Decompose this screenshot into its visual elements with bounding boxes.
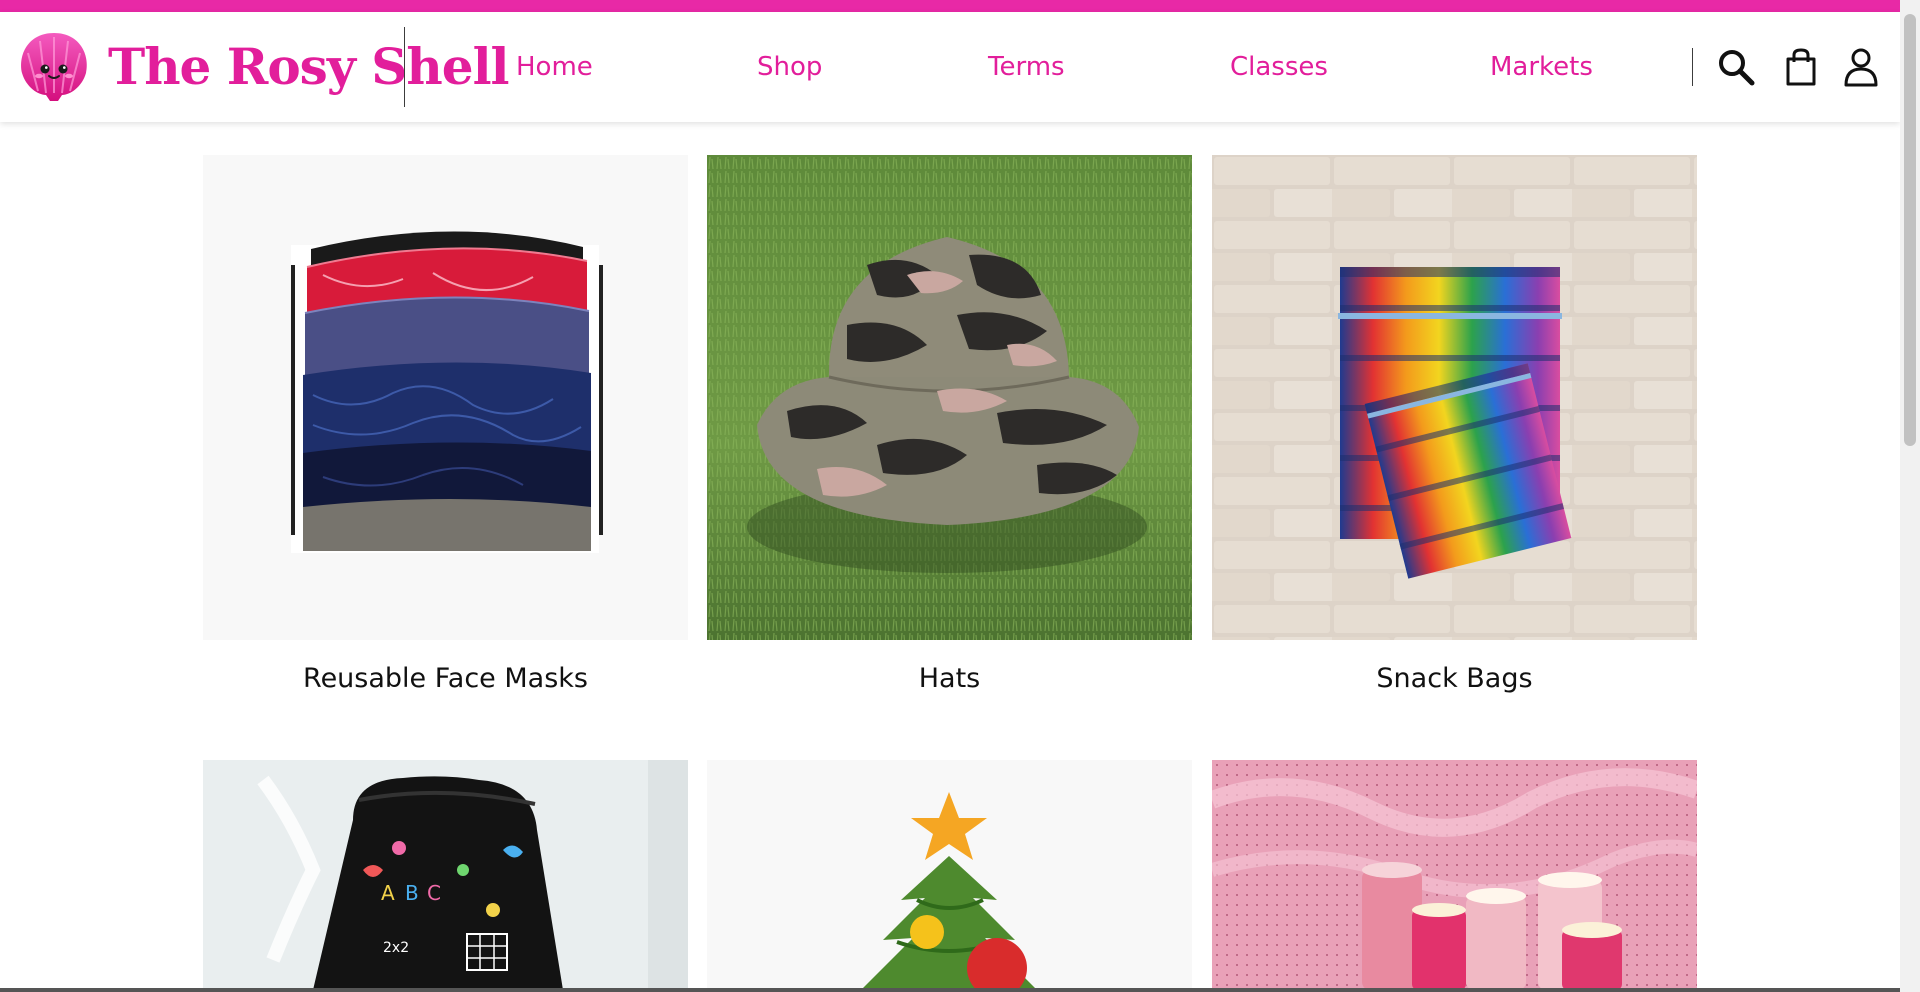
stacked-face-masks-image — [203, 155, 688, 640]
drawstring-bag-image: A B C 2x2 — [203, 760, 688, 990]
site-header: The Rosy Shell Home Shop Terms Classes M… — [0, 12, 1900, 122]
window-bottom-edge — [0, 988, 1900, 992]
crayon-print-snack-bags-image — [1212, 155, 1697, 640]
camo-bucket-hat-image — [707, 155, 1192, 640]
header-divider — [404, 27, 405, 107]
scrollbar-thumb[interactable] — [1904, 14, 1916, 446]
seashell-logo-icon — [21, 33, 87, 101]
search-button[interactable] — [1713, 44, 1759, 90]
search-icon — [1719, 50, 1755, 86]
category-card-face-masks[interactable] — [203, 155, 688, 640]
site-logo[interactable]: The Rosy Shell — [16, 28, 510, 106]
thread-spools-on-pink-tulle-image — [1212, 760, 1697, 990]
brand-name: The Rosy Shell — [108, 37, 510, 96]
category-card-5[interactable] — [707, 760, 1192, 990]
svg-text:B: B — [405, 881, 419, 905]
nav-shop[interactable]: Shop — [757, 52, 822, 82]
christmas-tree-image — [707, 760, 1192, 990]
nav-markets[interactable]: Markets — [1490, 52, 1593, 82]
svg-text:C: C — [427, 881, 441, 905]
account-button[interactable] — [1838, 44, 1884, 90]
category-label-snack-bags[interactable]: Snack Bags — [1212, 663, 1697, 694]
top-accent-bar — [0, 0, 1900, 12]
page-scrollbar[interactable] — [1900, 0, 1920, 992]
category-card-6[interactable] — [1212, 760, 1697, 990]
cart-button[interactable] — [1778, 44, 1824, 90]
nav-terms[interactable]: Terms — [988, 52, 1065, 82]
category-label-face-masks[interactable]: Reusable Face Masks — [203, 663, 688, 694]
category-label-hats[interactable]: Hats — [707, 663, 1192, 694]
category-card-hats[interactable] — [707, 155, 1192, 640]
nav-home[interactable]: Home — [516, 52, 593, 82]
nav-classes[interactable]: Classes — [1230, 52, 1328, 82]
category-card-4[interactable]: A B C 2x2 — [203, 760, 688, 990]
user-account-icon — [1844, 48, 1878, 87]
shopping-bag-icon — [1786, 48, 1816, 86]
icons-divider — [1692, 48, 1693, 86]
category-card-snack-bags[interactable] — [1212, 155, 1697, 640]
svg-text:2x2: 2x2 — [383, 940, 409, 956]
svg-text:A: A — [381, 881, 395, 905]
